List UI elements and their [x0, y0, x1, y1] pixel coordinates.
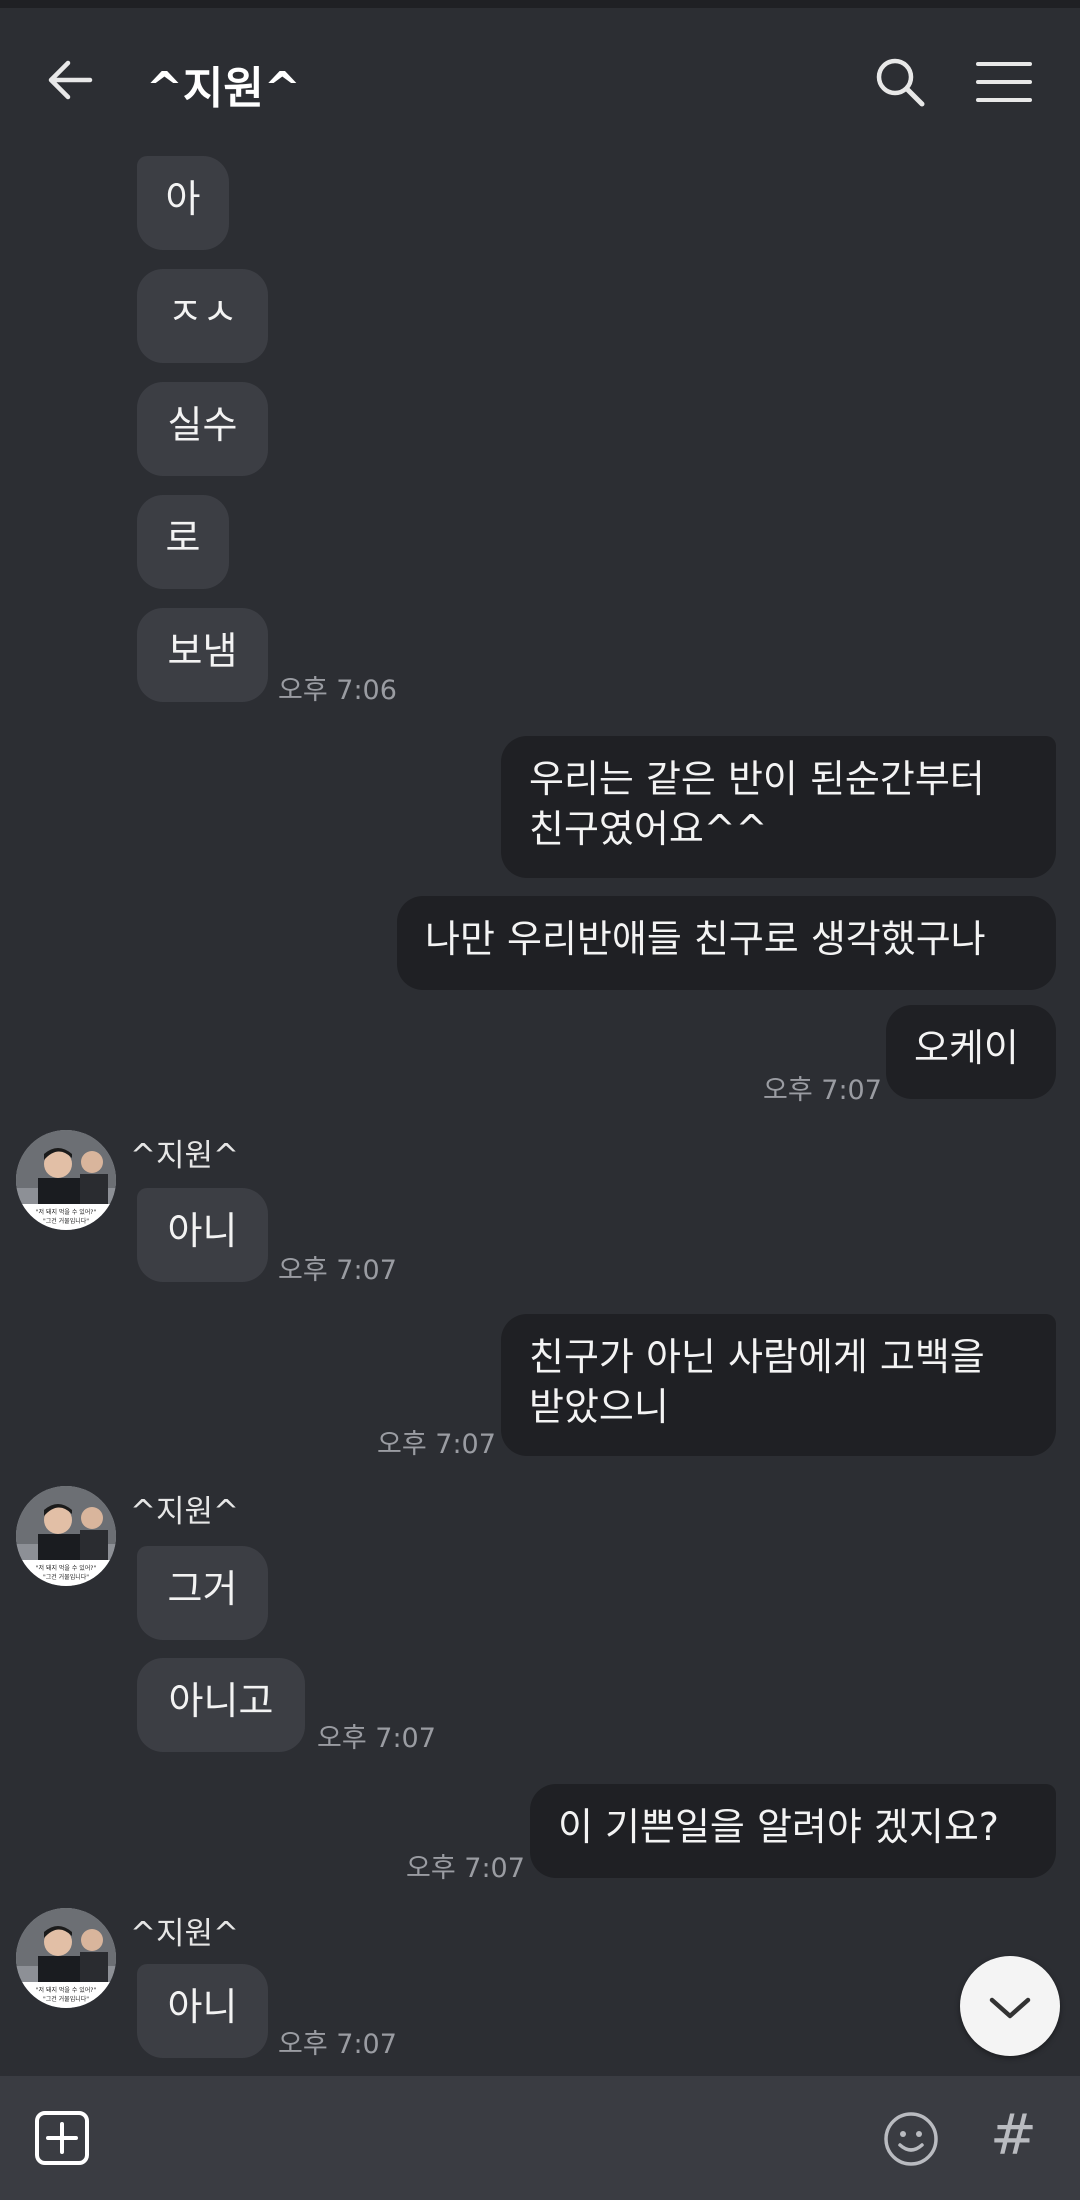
incoming-message[interactable]: 보냄 — [137, 608, 268, 702]
message-input-bar: # — [0, 2076, 1080, 2200]
avatar-photo: "저 돼지 먹을 수 있어?" "그건 거물입니다" — [16, 1908, 116, 2008]
timestamp: 오후 7:07 — [317, 1723, 436, 1754]
chat-header: ^지원^ — [0, 8, 1080, 156]
sender-name: ^지원^ — [130, 1494, 239, 1530]
outgoing-message[interactable]: 우리는 같은 반이 된순간부터 친구였어요^^ — [501, 736, 1056, 878]
chevron-down-icon — [989, 1997, 1031, 2019]
avatar-caption-line: "그건 거물입니다" — [43, 1995, 89, 2003]
scroll-to-bottom-button[interactable] — [960, 1956, 1060, 2056]
avatar-caption-line: "저 돼지 먹을 수 있어?" — [36, 1986, 97, 1994]
smiley-icon[interactable] — [882, 2110, 940, 2168]
chat-title[interactable]: ^지원^ — [146, 52, 301, 116]
plus-box-icon[interactable] — [34, 2110, 90, 2166]
sender-name: ^지원^ — [130, 1138, 239, 1174]
incoming-message[interactable]: 그거 — [137, 1546, 268, 1640]
outgoing-message[interactable]: 나만 우리반애들 친구로 생각했구나 — [397, 896, 1056, 990]
search-icon[interactable] — [872, 54, 928, 110]
message-line: 친구가 아닌 사람에게 고백을 — [529, 1335, 985, 1379]
avatar-caption-line: "저 돼지 먹을 수 있어?" — [36, 1208, 97, 1216]
message-list[interactable]: 아 ㅈㅅ 실수 로 보냄 오후 7:06 우리는 같은 반이 된순간부터 친구였… — [0, 156, 1080, 2076]
incoming-message[interactable]: 아니 — [137, 1964, 268, 2058]
outgoing-message[interactable]: 친구가 아닌 사람에게 고백을 받았으니 — [501, 1314, 1056, 1456]
avatar-photo: "저 돼지 먹을 수 있어?" "그건 거물입니다" — [16, 1486, 116, 1586]
timestamp: 오후 7:07 — [278, 2029, 397, 2060]
incoming-message[interactable]: 아 — [137, 156, 229, 250]
timestamp: 오후 7:07 — [278, 1255, 397, 1286]
incoming-message[interactable]: 아니고 — [137, 1658, 305, 1752]
timestamp: 오후 7:07 — [763, 1075, 882, 1106]
message-line: 우리는 같은 반이 된순간부터 — [529, 757, 985, 801]
avatar[interactable]: "저 돼지 먹을 수 있어?" "그건 거물입니다" — [16, 1486, 116, 1586]
avatar-caption-line: "저 돼지 먹을 수 있어?" — [36, 1564, 97, 1572]
timestamp: 오후 7:07 — [406, 1853, 525, 1884]
message-line: 친구였어요^^ — [529, 807, 768, 851]
incoming-message[interactable]: 실수 — [137, 382, 268, 476]
arrow-left-icon[interactable] — [40, 50, 100, 110]
avatar-caption-line: "그건 거물입니다" — [43, 1217, 89, 1225]
incoming-message[interactable]: ㅈㅅ — [137, 269, 268, 363]
avatar-caption-line: "그건 거물입니다" — [43, 1573, 89, 1581]
status-bar — [0, 0, 1080, 8]
outgoing-message[interactable]: 오케이 — [886, 1005, 1056, 1099]
message-line: 받았으니 — [529, 1385, 669, 1429]
timestamp: 오후 7:06 — [278, 675, 397, 706]
hamburger-menu-icon[interactable] — [976, 58, 1032, 106]
incoming-message[interactable]: 로 — [137, 495, 229, 589]
outgoing-message[interactable]: 이 기쁜일을 알려야 겠지요? — [530, 1784, 1056, 1878]
hashtag-icon[interactable]: # — [990, 2104, 1037, 2168]
timestamp: 오후 7:07 — [377, 1429, 496, 1460]
incoming-message[interactable]: 아니 — [137, 1188, 268, 1282]
avatar-photo: "저 돼지 먹을 수 있어?" "그건 거물입니다" — [16, 1130, 116, 1230]
avatar[interactable]: "저 돼지 먹을 수 있어?" "그건 거물입니다" — [16, 1130, 116, 1230]
avatar[interactable]: "저 돼지 먹을 수 있어?" "그건 거물입니다" — [16, 1908, 116, 2008]
sender-name: ^지원^ — [130, 1916, 239, 1952]
